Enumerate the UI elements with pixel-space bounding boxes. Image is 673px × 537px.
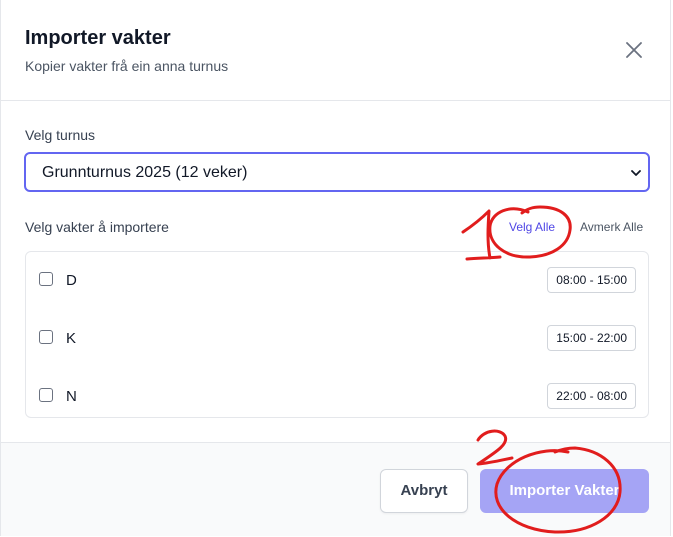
dialog-footer: Avbryt Importer Vakter — [1, 442, 670, 536]
shift-name: D — [66, 272, 77, 289]
import-button[interactable]: Importer Vakter — [480, 469, 649, 513]
deselect-all-link[interactable]: Avmerk Alle — [580, 220, 643, 234]
shift-checkbox-d[interactable] — [39, 272, 53, 286]
shift-row-d[interactable]: D 08:00 - 15:00 — [26, 256, 648, 296]
dialog-subtitle: Kopier vakter frå ein anna turnus — [25, 58, 229, 74]
link-divider — [569, 219, 570, 235]
shift-time-badge: 08:00 - 15:00 — [547, 267, 636, 293]
import-shifts-dialog: Importer vakter Kopier vakter frå ein an… — [0, 0, 671, 536]
shift-checkbox-k[interactable] — [39, 330, 53, 344]
shift-checkbox-n[interactable] — [39, 388, 53, 402]
select-all-link[interactable]: Velg Alle — [509, 220, 555, 234]
cancel-button[interactable]: Avbryt — [380, 469, 468, 513]
shift-row-n[interactable]: N 22:00 - 08:00 — [26, 372, 648, 412]
shift-list: D 08:00 - 15:00 K 15:00 - 22:00 N 22:00 … — [25, 251, 649, 418]
shift-time-badge: 15:00 - 22:00 — [547, 325, 636, 351]
shifts-label: Velg vakter å importere — [25, 219, 169, 235]
chevron-down-icon — [631, 170, 641, 176]
dialog-header: Importer vakter Kopier vakter frå ein an… — [1, 0, 670, 101]
turnus-select-value: Grunnturnus 2025 (12 veker) — [42, 164, 248, 181]
shift-name: N — [66, 388, 77, 405]
turnus-select[interactable]: Grunnturnus 2025 (12 veker) — [24, 152, 650, 192]
shift-row-k[interactable]: K 15:00 - 22:00 — [26, 314, 648, 354]
turnus-label: Velg turnus — [25, 127, 96, 143]
shift-time-badge: 22:00 - 08:00 — [547, 383, 636, 409]
close-icon — [626, 42, 642, 58]
dialog-title: Importer vakter — [25, 27, 171, 49]
close-button[interactable] — [622, 38, 646, 62]
shift-name: K — [66, 330, 77, 347]
